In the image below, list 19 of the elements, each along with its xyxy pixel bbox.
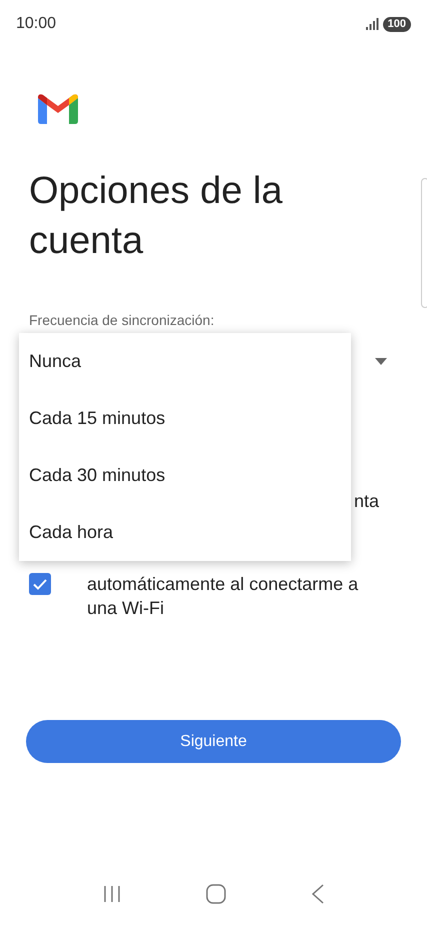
battery-badge: 100 <box>382 16 411 32</box>
mail-logo-icon <box>38 94 78 124</box>
dropdown-caret-icon <box>375 358 387 364</box>
signal-icon <box>366 18 379 30</box>
recent-apps-icon[interactable] <box>102 885 120 903</box>
next-button[interactable]: Siguiente <box>26 720 401 763</box>
page-title: Opciones de la cuenta <box>28 169 284 264</box>
back-icon[interactable] <box>310 884 324 904</box>
home-icon[interactable] <box>206 884 226 904</box>
field-label: Frecuencia de sincronización: <box>28 311 216 330</box>
menu-item[interactable]: Cada 30 minutos <box>19 447 351 504</box>
status-time: 10:00 <box>16 14 56 34</box>
checkbox[interactable] <box>29 573 51 595</box>
option-label: automáticamente al conectarme a una Wi-Fi <box>87 573 360 620</box>
menu-item[interactable]: Cada hora <box>19 504 351 561</box>
menu-item[interactable]: Nunca <box>19 333 351 390</box>
option-label: nta <box>354 490 380 512</box>
menu-item[interactable]: Cada 15 minutos <box>19 390 351 447</box>
check-icon <box>33 578 47 590</box>
